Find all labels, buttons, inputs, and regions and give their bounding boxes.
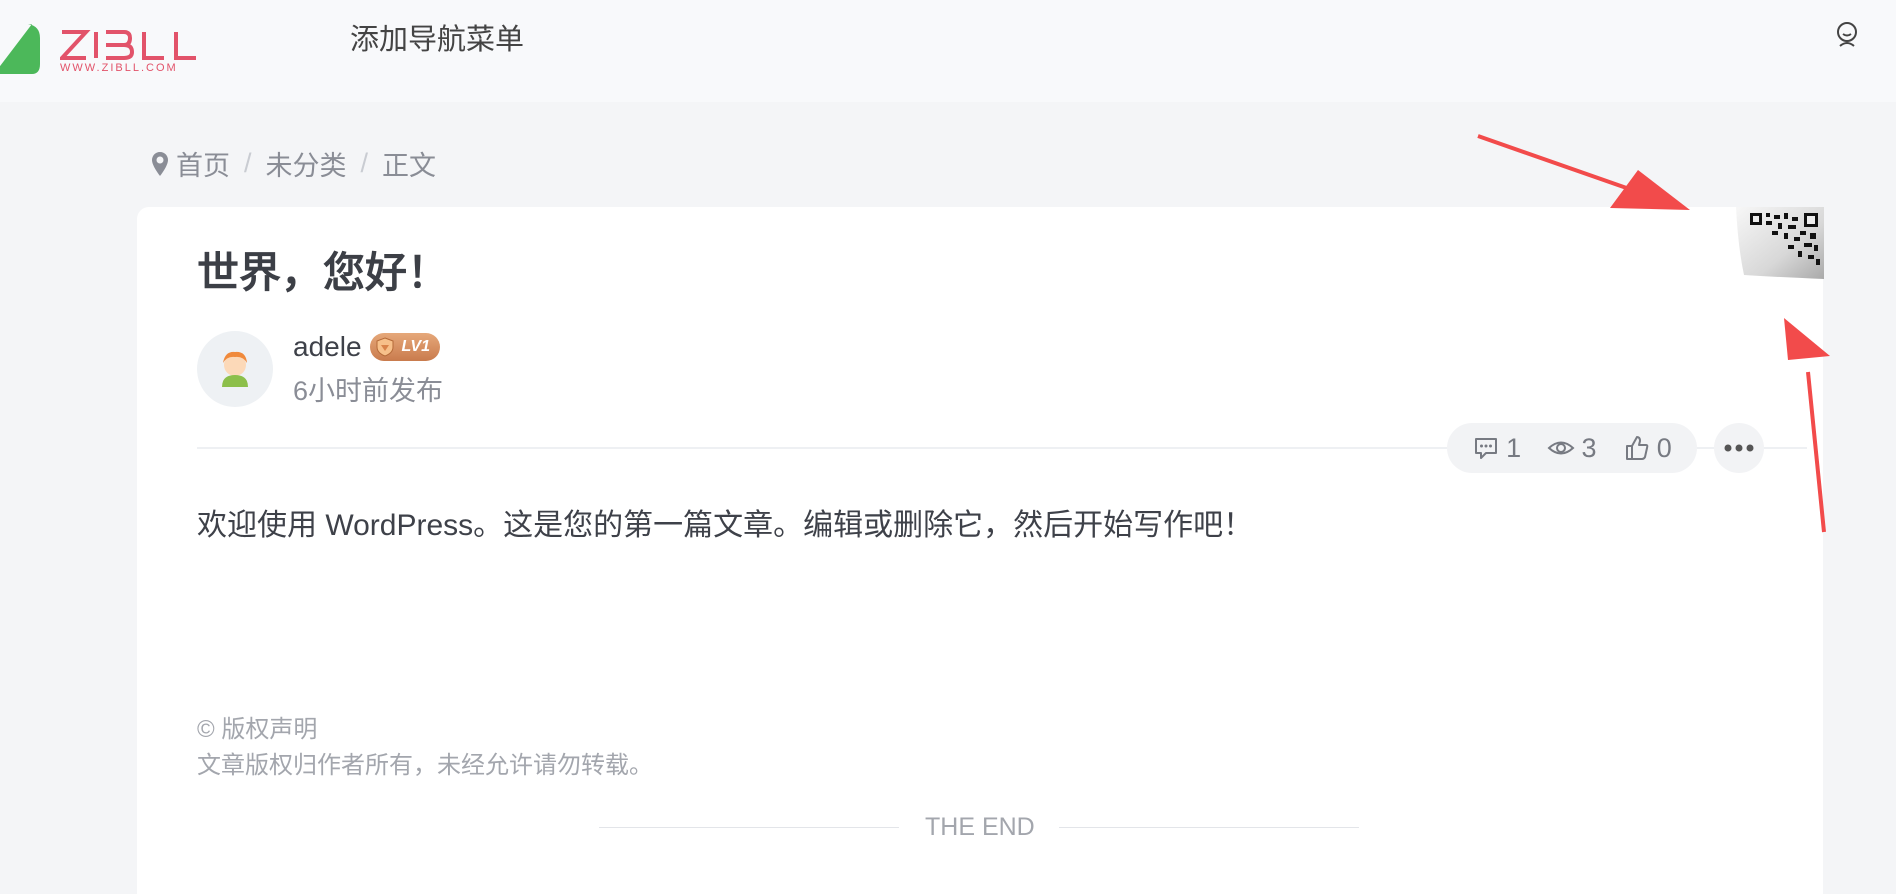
breadcrumb-separator: / (244, 148, 252, 178)
user-icon[interactable] (1832, 20, 1862, 50)
like-count[interactable]: 0 (1623, 433, 1672, 464)
view-count: 3 (1547, 432, 1597, 464)
qr-code-icon[interactable] (1736, 207, 1824, 279)
breadcrumb-home[interactable]: 首页 (176, 144, 230, 183)
author-name[interactable]: adele (293, 331, 362, 363)
comment-count[interactable]: 1 (1472, 433, 1521, 464)
author-line: adele LV1 (293, 331, 440, 363)
post-time: 6小时前发布 (293, 376, 444, 406)
breadcrumb-category[interactable]: 未分类 (266, 144, 347, 183)
logo-subtext: WWW.ZIBLL.COM (60, 62, 178, 74)
level-label: LV1 (401, 338, 430, 355)
post-title: 世界，您好！ (197, 249, 450, 296)
end-divider-right (1059, 827, 1359, 828)
site-header: WWW.ZIBLL.COM 添加导航菜单 (0, 0, 1896, 102)
like-count-value: 0 (1656, 432, 1672, 463)
breadcrumb-current: 正文 (382, 151, 437, 181)
level-badge: LV1 (369, 333, 440, 361)
more-button[interactable] (1714, 423, 1764, 473)
post-stats: 1 3 0 (1447, 423, 1697, 473)
level-shield-icon (376, 337, 394, 357)
end-divider-left (599, 827, 899, 828)
eye-icon (1547, 441, 1575, 455)
map-pin-icon (152, 151, 168, 176)
copyright-title: © 版权声明 (197, 716, 318, 743)
logo-leaf-icon (0, 24, 40, 74)
breadcrumb-separator: / (360, 148, 369, 178)
avatar-icon (222, 351, 248, 387)
nav-menu-item[interactable]: 添加导航菜单 (350, 16, 524, 58)
thumbs-up-icon (1625, 436, 1649, 460)
breadcrumb: 首页 / 未分类 / 正文 (150, 144, 436, 183)
avatar[interactable] (197, 331, 273, 407)
post-card: 世界，您好！ adele LV1 6小时前发布 1 3 0 欢迎使用 WordP… (137, 207, 1823, 894)
view-count-value: 3 (1581, 432, 1597, 463)
comment-count-value: 1 (1506, 432, 1522, 463)
site-logo[interactable]: WWW.ZIBLL.COM (0, 8, 230, 78)
copyright-text: 文章版权归作者所有，未经允许请勿转载。 (197, 752, 653, 779)
post-content: 欢迎使用 WordPress。这是您的第一篇文章。编辑或删除它，然后开始写作吧！ (197, 509, 1254, 542)
more-icon (1724, 444, 1754, 452)
comment-icon (1475, 438, 1498, 459)
end-marker: THE END (925, 813, 1035, 841)
